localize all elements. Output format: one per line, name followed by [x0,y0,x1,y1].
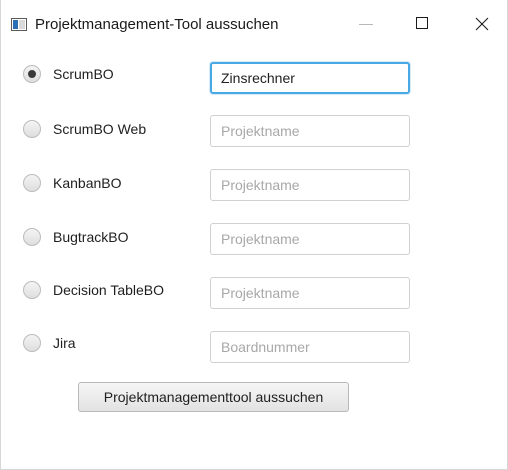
radio-label: ScrumBO [53,66,114,82]
kanbanbo-project-input[interactable] [210,169,410,201]
jira-board-input[interactable] [210,331,410,363]
radio-decision-tablebo[interactable] [23,281,41,299]
minimize-icon [359,24,373,25]
scrumbo-web-project-input[interactable] [210,115,410,147]
app-window-icon [11,18,27,31]
decision-tablebo-project-input[interactable] [210,277,410,309]
maximize-button[interactable] [399,0,445,48]
select-tool-button[interactable]: Projektmanagementtool aussuchen [78,382,349,412]
title-bar[interactable]: Projektmanagement-Tool aussuchen [1,0,507,48]
window-title: Projektmanagement-Tool aussuchen [35,16,279,33]
radio-kanbanbo[interactable] [23,174,41,192]
bugtrackbo-project-input[interactable] [210,223,410,255]
radio-label: BugtrackBO [53,229,129,245]
close-button[interactable] [459,0,505,48]
radio-bugtrackbo[interactable] [23,228,41,246]
radio-jira[interactable] [23,334,41,352]
radio-scrumbo-web[interactable] [23,120,41,138]
radio-scrumbo[interactable] [23,65,41,83]
minimize-button[interactable] [343,0,389,48]
app-window: Projektmanagement-Tool aussuchen ScrumBO… [0,0,508,470]
radio-label: KanbanBO [53,175,122,191]
scrumbo-project-input[interactable] [210,62,410,94]
radio-label: Jira [53,335,76,351]
radio-label: ScrumBO Web [53,121,147,137]
main-content: ScrumBO ScrumBO Web KanbanBO BugtrackBO … [1,48,507,469]
radio-label: Decision TableBO [53,282,165,298]
close-icon [475,17,489,31]
maximize-icon [416,17,428,29]
